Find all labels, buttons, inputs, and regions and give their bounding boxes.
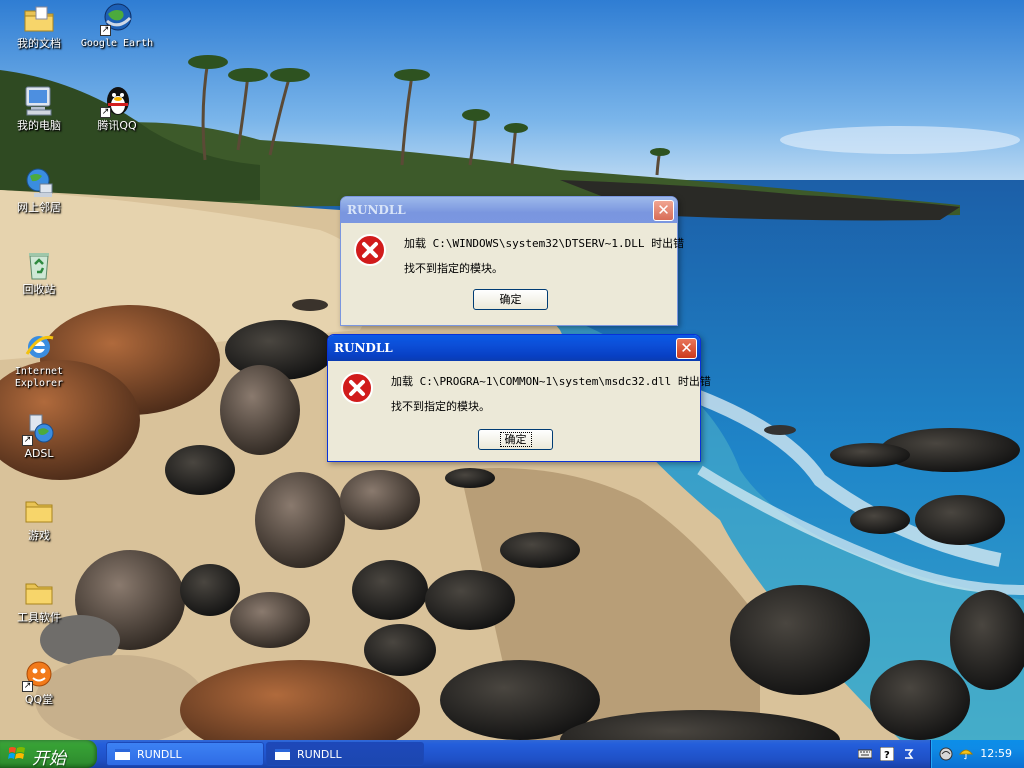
desktop-icon-label: Google Earth bbox=[80, 38, 154, 49]
window-icon bbox=[275, 749, 290, 760]
google-earth-globe-icon: ↗ bbox=[100, 2, 134, 36]
rundll-error-dialog-2[interactable]: RUNDLL ✕ 加载 C:\PROGRA~1\COMMON~1\system\… bbox=[327, 334, 711, 462]
close-button[interactable]: ✕ bbox=[653, 200, 674, 221]
keyboard-icon[interactable] bbox=[858, 747, 872, 761]
error-message-line: 找不到指定的模块。 bbox=[404, 262, 503, 275]
dialog-title: RUNDLL bbox=[334, 341, 393, 355]
desktop-icon-label: 我的电脑 bbox=[17, 119, 61, 132]
weather-umbrella-icon[interactable] bbox=[959, 747, 973, 761]
folder-icon bbox=[22, 2, 56, 36]
error-message-line: 加载 C:\WINDOWS\system32\DTSERV~1.DLL 时出错 bbox=[404, 237, 685, 250]
input-method-icon[interactable] bbox=[902, 747, 916, 761]
dialog-message: 加载 C:\WINDOWS\system32\DTSERV~1.DLL 时出错 … bbox=[404, 231, 684, 281]
taskbar-button-rundll-1[interactable]: RUNDLL bbox=[106, 742, 264, 766]
desktop-icon-qqtang[interactable]: ↗ QQ堂 bbox=[0, 658, 78, 706]
desktop-icon-internet-explorer[interactable]: Internet Explorer bbox=[0, 330, 78, 390]
ok-button[interactable]: 确定 bbox=[478, 429, 553, 450]
desktop-icon-google-earth[interactable]: ↗ Google Earth bbox=[78, 2, 156, 50]
svg-text:?: ? bbox=[884, 750, 890, 761]
qq-penguin-icon: ↗ bbox=[100, 84, 134, 118]
shortcut-arrow-icon: ↗ bbox=[22, 435, 33, 446]
ok-button-label: 确定 bbox=[499, 432, 532, 447]
close-button[interactable]: ✕ bbox=[676, 338, 697, 359]
desktop-icon-label: ADSL bbox=[24, 447, 54, 460]
network-globe-icon bbox=[22, 166, 56, 200]
desktop-icon-games[interactable]: 游戏 bbox=[0, 494, 78, 542]
computer-icon bbox=[22, 84, 56, 118]
network-connection-icon: ↗ bbox=[22, 412, 56, 446]
desktop-icon-label: 回收站 bbox=[22, 283, 56, 296]
desktop-icon-label: 我的文档 bbox=[17, 37, 61, 50]
desktop-icon-label: Internet Explorer bbox=[14, 366, 64, 389]
taskbar-button-label: RUNDLL bbox=[137, 748, 182, 761]
folder-icon bbox=[22, 576, 56, 610]
qqtang-icon: ↗ bbox=[22, 658, 56, 692]
desktop: 我的文档 ↗ Google Earth 我的电脑 ↗ 腾讯QQ 网上邻居 回收站 bbox=[0, 0, 1024, 740]
error-icon bbox=[354, 234, 386, 266]
desktop-icon-recycle-bin[interactable]: 回收站 bbox=[0, 248, 78, 296]
desktop-icon-label: 网上邻居 bbox=[17, 201, 61, 214]
desktop-icon-label: QQ堂 bbox=[24, 693, 54, 706]
taskbar: 开始 RUNDLL RUNDLL ? 12:59 bbox=[0, 740, 1024, 768]
taskbar-button-rundll-2[interactable]: RUNDLL bbox=[266, 742, 424, 766]
error-icon bbox=[341, 372, 373, 404]
desktop-icon-label: 游戏 bbox=[28, 529, 50, 542]
taskbar-button-label: RUNDLL bbox=[297, 748, 342, 761]
error-message-line: 找不到指定的模块。 bbox=[391, 400, 490, 413]
dialog-body: 加载 C:\PROGRA~1\COMMON~1\system\msdc32.dl… bbox=[331, 361, 711, 458]
recycle-bin-icon bbox=[22, 248, 56, 282]
start-label: 开始 bbox=[32, 749, 66, 768]
ok-button-label: 确定 bbox=[499, 293, 522, 306]
dialog-title-bar[interactable]: RUNDLL ✕ bbox=[341, 197, 677, 223]
clock[interactable]: 12:59 bbox=[980, 747, 1012, 760]
windows-logo-icon bbox=[8, 747, 25, 759]
desktop-icon-network-places[interactable]: 网上邻居 bbox=[0, 166, 78, 214]
dialog-title-bar[interactable]: RUNDLL ✕ bbox=[328, 335, 700, 361]
internet-explorer-icon bbox=[22, 330, 56, 364]
ok-button[interactable]: 确定 bbox=[473, 289, 548, 310]
network-status-icon[interactable] bbox=[939, 747, 953, 761]
desktop-icon-my-documents[interactable]: 我的文档 bbox=[0, 2, 78, 50]
window-icon bbox=[115, 749, 130, 760]
desktop-icon-my-computer[interactable]: 我的电脑 bbox=[0, 84, 78, 132]
shortcut-arrow-icon: ↗ bbox=[100, 107, 111, 118]
folder-icon bbox=[22, 494, 56, 528]
dialog-message: 加载 C:\PROGRA~1\COMMON~1\system\msdc32.dl… bbox=[391, 369, 711, 419]
desktop-icon-tencent-qq[interactable]: ↗ 腾讯QQ bbox=[78, 84, 156, 132]
desktop-icon-label: 腾讯QQ bbox=[97, 119, 137, 132]
rundll-error-dialog-1[interactable]: RUNDLL ✕ 加载 C:\WINDOWS\system32\DTSERV~1… bbox=[340, 196, 684, 326]
help-icon[interactable]: ? bbox=[880, 747, 894, 761]
system-tray: 12:59 bbox=[930, 740, 1024, 768]
desktop-icon-label: 工具软件 bbox=[17, 611, 61, 624]
desktop-icon-adsl[interactable]: ↗ ADSL bbox=[0, 412, 78, 460]
desktop-icon-tools[interactable]: 工具软件 bbox=[0, 576, 78, 624]
start-button[interactable]: 开始 bbox=[0, 740, 97, 768]
shortcut-arrow-icon: ↗ bbox=[100, 25, 111, 36]
shortcut-arrow-icon: ↗ bbox=[22, 681, 33, 692]
error-message-line: 加载 C:\PROGRA~1\COMMON~1\system\msdc32.dl… bbox=[391, 375, 711, 388]
dialog-body: 加载 C:\WINDOWS\system32\DTSERV~1.DLL 时出错 … bbox=[344, 223, 684, 322]
dialog-title: RUNDLL bbox=[347, 203, 406, 217]
